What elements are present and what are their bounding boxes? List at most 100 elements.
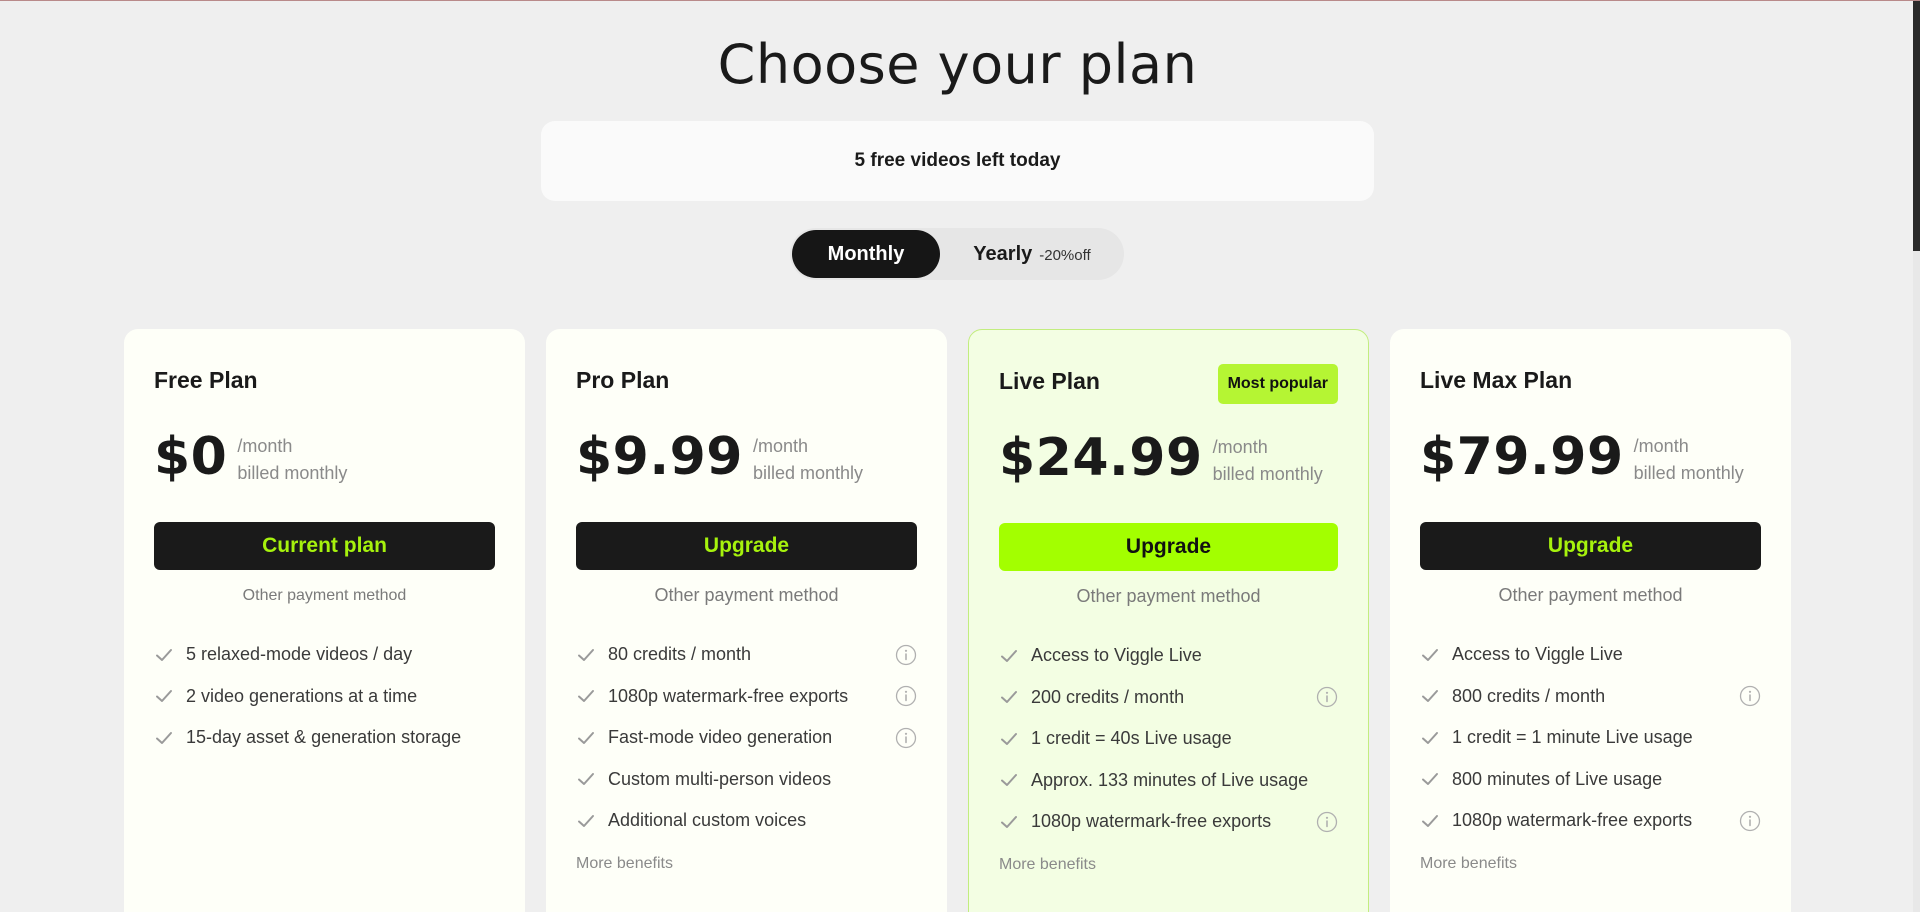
price-period: /month billed monthly: [1634, 433, 1744, 487]
yearly-discount: -20%off: [1039, 247, 1091, 264]
info-icon[interactable]: [1739, 810, 1761, 832]
check-icon: [578, 690, 594, 703]
upgrade-button[interactable]: Upgrade: [1420, 522, 1761, 570]
plan-name: Live Max Plan: [1420, 367, 1573, 393]
yearly-option[interactable]: Yearly -20%off: [940, 230, 1124, 278]
feature-item: Custom multi-person videos: [576, 759, 917, 801]
yearly-label: Yearly: [973, 242, 1033, 265]
info-icon[interactable]: [895, 644, 917, 666]
free-quota-text: 5 free videos left today: [854, 150, 1061, 171]
billing-label: billed monthly: [1212, 464, 1323, 484]
feature-text: Additional custom voices: [608, 810, 807, 831]
feature-text: 1080p watermark-free exports: [1031, 811, 1272, 832]
period-label: /month: [752, 436, 809, 456]
other-payment-link[interactable]: Other payment method: [969, 586, 1368, 607]
period-label: /month: [1212, 437, 1268, 457]
plan-card-free: Free Plan $0 /month billed monthly Curre…: [124, 329, 525, 912]
plan-price: $9.99: [576, 427, 743, 487]
check-icon: [1422, 773, 1438, 786]
info-icon[interactable]: [895, 685, 917, 707]
plan-name: Live Plan: [999, 368, 1100, 394]
check-icon: [1422, 648, 1438, 661]
feature-text: 800 credits / month: [1452, 685, 1606, 706]
feature-item: 1 credit = 40s Live usage: [999, 718, 1338, 760]
other-payment-link[interactable]: Other payment method: [1390, 585, 1791, 606]
plan-price: $24.99: [999, 428, 1203, 488]
feature-text: 15-day asset & generation storage: [186, 727, 462, 748]
pricing-page: Choose your plan 5 free videos left toda…: [0, 0, 1920, 912]
upgrade-button[interactable]: Upgrade: [576, 522, 917, 570]
check-icon: [1001, 691, 1017, 704]
feature-list: Access to Viggle Live 800 credits / mont…: [1420, 634, 1761, 842]
more-benefits-link[interactable]: More benefits: [576, 855, 673, 873]
info-icon[interactable]: [1739, 685, 1761, 707]
free-quota-banner: 5 free videos left today: [541, 121, 1374, 201]
check-icon: [1422, 731, 1438, 744]
plan-price: $79.99: [1420, 427, 1624, 487]
more-benefits-link[interactable]: More benefits: [1420, 855, 1517, 873]
monthly-option[interactable]: Monthly: [792, 230, 940, 278]
plan-name: Pro Plan: [576, 367, 670, 393]
feature-item: 1080p watermark-free exports: [999, 801, 1338, 843]
other-payment-link[interactable]: Other payment method: [124, 587, 525, 605]
feature-item: Approx. 133 minutes of Live usage: [999, 760, 1338, 802]
page-title: Choose your plan: [717, 33, 1198, 96]
period-label: /month: [1633, 436, 1689, 456]
check-icon: [578, 773, 594, 786]
check-icon: [156, 690, 172, 703]
price-row: $0 /month billed monthly: [154, 427, 347, 487]
most-popular-badge: Most popular: [1217, 364, 1338, 404]
check-icon: [578, 731, 594, 744]
other-payment-link[interactable]: Other payment method: [546, 585, 947, 606]
feature-text: 1 credit = 1 minute Live usage: [1452, 727, 1693, 748]
current-plan-button[interactable]: Current plan: [154, 522, 495, 570]
feature-item: 1080p watermark-free exports: [1420, 800, 1761, 842]
plan-card-pro: Pro Plan $9.99 /month billed monthly Upg…: [546, 329, 947, 912]
vertical-scrollbar[interactable]: [1913, 1, 1920, 912]
info-icon[interactable]: [1316, 686, 1338, 708]
feature-text: Access to Viggle Live: [1031, 645, 1202, 666]
check-icon: [1422, 814, 1438, 827]
feature-item: 800 minutes of Live usage: [1420, 759, 1761, 801]
feature-text: Custom multi-person videos: [608, 768, 832, 789]
check-icon: [1001, 774, 1017, 787]
feature-item: 800 credits / month: [1420, 676, 1761, 718]
feature-text: 1080p watermark-free exports: [608, 685, 849, 706]
feature-text: 1080p watermark-free exports: [1452, 810, 1693, 831]
feature-text: Fast-mode video generation: [608, 727, 833, 748]
price-period: /month billed monthly: [753, 433, 863, 487]
feature-text: Approx. 133 minutes of Live usage: [1031, 769, 1309, 790]
feature-item: Access to Viggle Live: [1420, 634, 1761, 676]
feature-text: 80 credits / month: [608, 644, 752, 665]
feature-item: Fast-mode video generation: [576, 717, 917, 759]
feature-text: 1 credit = 40s Live usage: [1031, 728, 1232, 749]
more-benefits-link[interactable]: More benefits: [999, 856, 1096, 874]
feature-list: 5 relaxed-mode videos / day 2 video gene…: [154, 634, 495, 759]
check-icon: [1001, 815, 1017, 828]
feature-text: 800 minutes of Live usage: [1452, 768, 1663, 789]
info-icon[interactable]: [895, 727, 917, 749]
feature-item: 15-day asset & generation storage: [154, 717, 495, 759]
feature-item: 5 relaxed-mode videos / day: [154, 634, 495, 676]
info-icon[interactable]: [1316, 811, 1338, 833]
feature-item: 200 credits / month: [999, 677, 1338, 719]
check-icon: [1001, 649, 1017, 662]
plan-card-live: Live Plan Most popular $24.99 /month bil…: [968, 329, 1369, 912]
check-icon: [1422, 690, 1438, 703]
feature-item: 80 credits / month: [576, 634, 917, 676]
check-icon: [1001, 732, 1017, 745]
upgrade-button[interactable]: Upgrade: [999, 523, 1338, 571]
feature-text: 200 credits / month: [1031, 686, 1185, 707]
price-row: $79.99 /month billed monthly: [1420, 427, 1744, 487]
scrollbar-thumb[interactable]: [1913, 1, 1920, 251]
price-period: /month billed monthly: [1213, 434, 1323, 488]
feature-item: 1 credit = 1 minute Live usage: [1420, 717, 1761, 759]
billing-period-toggle[interactable]: Monthly Yearly -20%off: [790, 228, 1124, 280]
feature-text: 5 relaxed-mode videos / day: [186, 644, 413, 665]
check-icon: [156, 731, 172, 744]
check-icon: [578, 814, 594, 827]
price-row: $24.99 /month billed monthly: [999, 428, 1323, 488]
feature-item: Additional custom voices: [576, 800, 917, 842]
feature-item: 1080p watermark-free exports: [576, 676, 917, 718]
check-icon: [156, 648, 172, 661]
